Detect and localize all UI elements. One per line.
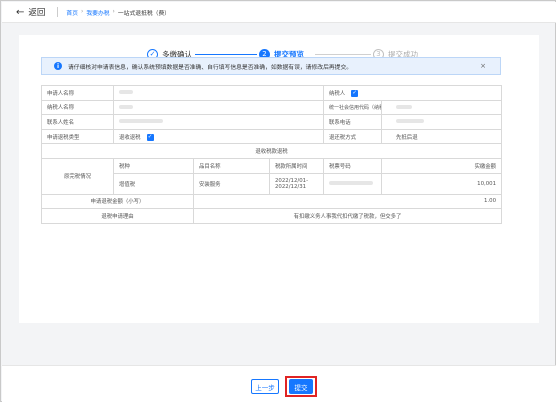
- tax-type-value: 增值税: [113, 172, 194, 195]
- reason-value: 有扣缴义务人事我代扣代缴了税款，但交多了: [192, 208, 503, 224]
- phone-value: [381, 114, 503, 130]
- table-row: 退税申请理由 有扣缴义务人事我代扣代缴了税款，但交多了: [41, 208, 503, 224]
- action-bar: 上一步 提交: [2, 365, 556, 402]
- masked-value: [396, 119, 425, 124]
- back-label: 返回: [28, 8, 46, 18]
- taxpayer-name-value: [112, 99, 325, 116]
- column-header: 税票号码: [323, 157, 383, 174]
- table-row: 申请人名称 纳税人 ✓: [41, 85, 503, 101]
- submit-button[interactable]: 提交: [289, 379, 313, 394]
- cell-label: 申请退税类型: [41, 128, 114, 145]
- cell-label: 原完税情况: [41, 157, 114, 195]
- submit-highlight: 提交: [285, 376, 317, 397]
- cell-label: 纳税人名称: [41, 99, 114, 116]
- cell-label: 申请退税金额（小写）: [41, 193, 194, 210]
- contact-value: [112, 114, 325, 130]
- info-alert: i 请仔细核对申请表信息，确认系统预填数据是否准确、自行填写信息是否准确，如数据…: [41, 57, 501, 75]
- cell-label: 联系电话: [323, 114, 383, 130]
- alert-text: 请仔细核对申请表信息，确认系统预填数据是否准确、自行填写信息是否准确，如数据有误…: [68, 64, 353, 71]
- cell-label: 退还税方式: [323, 128, 383, 145]
- masked-value: [119, 104, 133, 109]
- back-button[interactable]: ← 返回: [16, 6, 46, 19]
- cell-label: 纳税人: [329, 90, 346, 97]
- breadcrumb-tax[interactable]: 我要办税: [86, 8, 109, 17]
- refund-type-value: 退收退税: [119, 134, 141, 141]
- section-title: 退收税款退税: [40, 143, 503, 159]
- refund-type-cell: 退收退税 ✓: [112, 128, 325, 145]
- column-header: 品目名称: [193, 157, 270, 174]
- breadcrumb-current: 一站式退抵税（费）: [117, 10, 171, 17]
- masked-value: [119, 119, 163, 124]
- period-end: 2022/12/31: [275, 183, 307, 190]
- amount-value: 10,001: [381, 172, 503, 195]
- ticket-value: [323, 172, 383, 195]
- step-connector: [315, 54, 371, 55]
- cell-label: 退税申请理由: [41, 208, 194, 224]
- credit-code-value: [381, 99, 503, 116]
- divider: [57, 7, 59, 17]
- arrow-left-icon: ←: [16, 6, 25, 18]
- table-row: 申请退税类型 退收退税 ✓ 退还税方式 先抵后退: [41, 128, 503, 145]
- table-row: 纳税人名称 统一社会信用代码（纳税人识别号）: [41, 99, 503, 116]
- cell-label: 联系人姓名: [41, 114, 114, 130]
- previous-step-button[interactable]: 上一步: [251, 379, 279, 394]
- column-header: 税款所属时间: [268, 157, 325, 174]
- breadcrumb-separator: ›: [112, 9, 115, 15]
- info-icon: i: [54, 62, 62, 70]
- breadcrumb-home[interactable]: 首页: [66, 8, 78, 17]
- checkbox-checked-icon[interactable]: ✓: [351, 89, 359, 97]
- cell-label: 申请人名称: [41, 85, 114, 101]
- refund-application-table: 申请人名称 纳税人 ✓ 纳税人名称 统一社会信用代码（纳税人识别号） 联系人姓名 …: [40, 85, 503, 224]
- period-value: 2022/12/01- 2022/12/31: [268, 172, 325, 195]
- checkbox-checked-icon[interactable]: ✓: [146, 133, 154, 141]
- apply-amount-value: 1.00: [192, 193, 503, 210]
- step-connector: [195, 54, 257, 55]
- app-window: ← 返回 首页 › 我要办税 › 一站式退抵税（费） ✓ 多缴确认 2 提交预览…: [0, 0, 556, 402]
- breadcrumb-separator: ›: [81, 9, 84, 15]
- column-header: 实缴金额: [381, 157, 503, 174]
- taxpayer-checkbox-cell: 纳税人 ✓: [323, 85, 503, 101]
- item-value: 安装服务: [193, 172, 270, 195]
- table-row: 退收税款退税: [40, 143, 503, 159]
- close-icon[interactable]: ×: [480, 62, 486, 70]
- masked-value: [396, 104, 413, 109]
- masked-value: [329, 181, 374, 186]
- refund-method-value: 先抵后退: [381, 128, 503, 145]
- column-header: 税种: [113, 157, 194, 174]
- table-row: 联系人姓名 联系电话: [41, 114, 503, 130]
- applicant-value: [112, 85, 325, 101]
- table-row: 申请退税金额（小写） 1.00: [41, 193, 503, 210]
- table-row: 原完税情况 税种 品目名称 税款所属时间 税票号码 实缴金额: [41, 157, 503, 195]
- masked-value: [119, 90, 133, 95]
- top-bar: ← 返回 首页 › 我要办税 › 一站式退抵税（费）: [2, 2, 556, 23]
- cell-label: 统一社会信用代码（纳税人识别号）: [323, 99, 383, 116]
